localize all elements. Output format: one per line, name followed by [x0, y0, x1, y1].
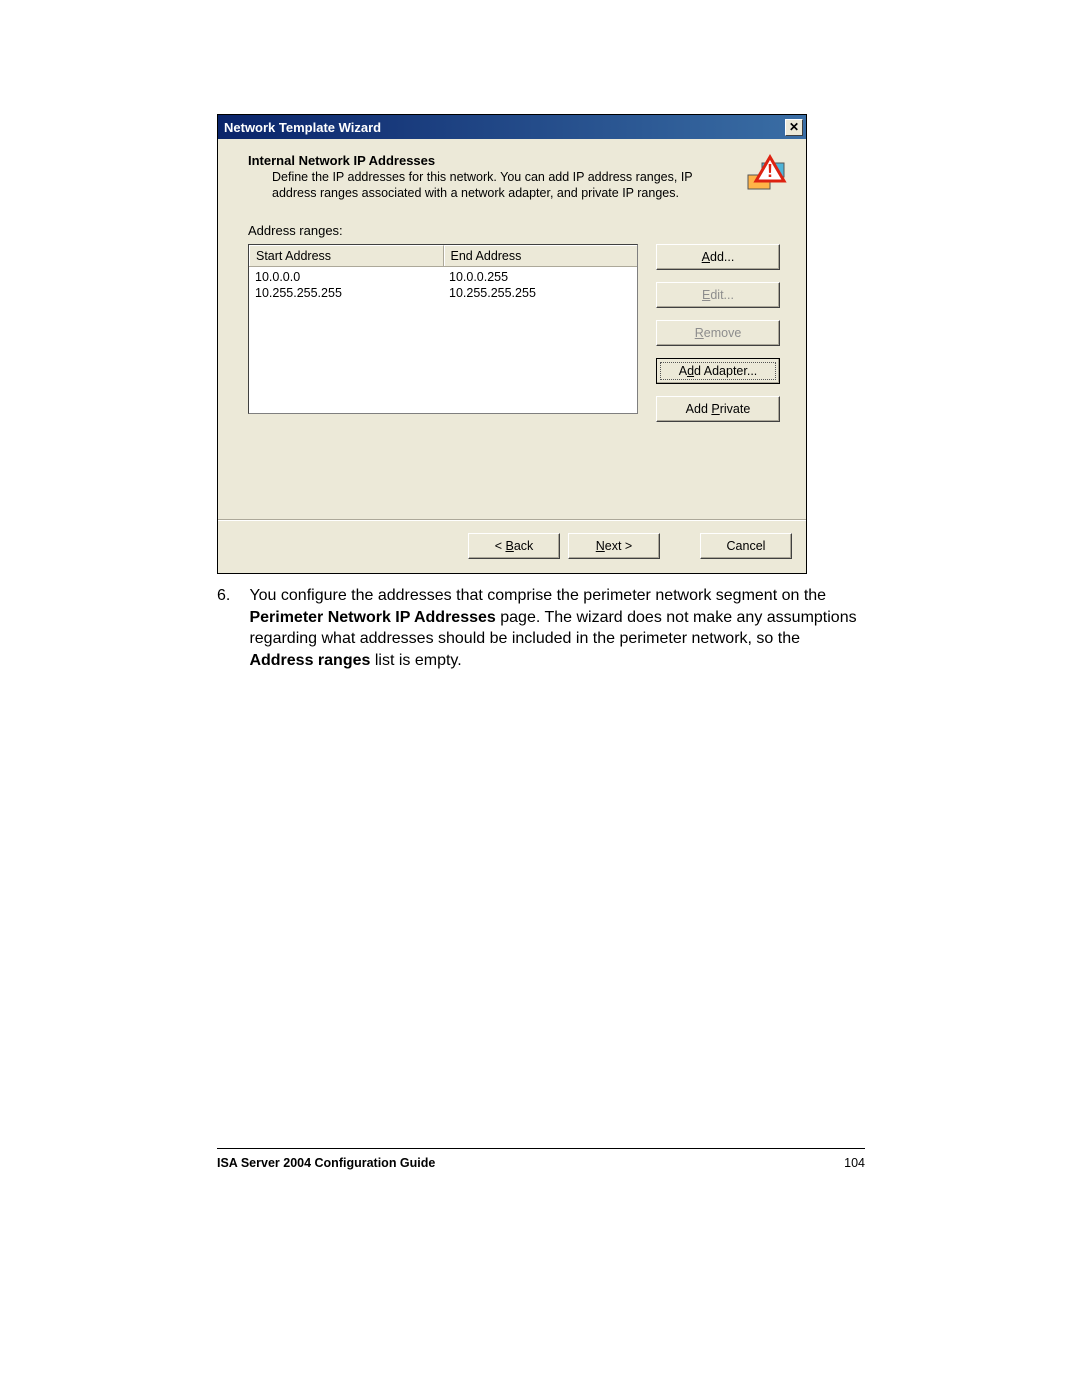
document-page: Network Template Wizard ✕ Internal Netwo… [0, 0, 1080, 1397]
col-end[interactable]: End Address [444, 245, 638, 266]
paragraph-body: You configure the addresses that compris… [249, 585, 861, 671]
list-header: Start Address End Address [249, 245, 637, 267]
page-number: 104 [844, 1156, 865, 1170]
wizard-header-title: Internal Network IP Addresses [248, 153, 788, 168]
instruction-paragraph: 6. You configure the addresses that comp… [217, 585, 867, 671]
button-column: Add... Edit... Remove Add Adapter... Add… [656, 244, 780, 422]
col-start[interactable]: Start Address [249, 245, 444, 266]
back-button[interactable]: < Back [468, 533, 560, 559]
list-number: 6. [217, 585, 245, 607]
add-adapter-button[interactable]: Add Adapter... [656, 358, 780, 384]
list-row[interactable]: 10.255.255.255 10.255.255.255 [249, 285, 637, 301]
list-row[interactable]: 10.0.0.0 10.0.0.255 [249, 269, 637, 285]
titlebar: Network Template Wizard ✕ [218, 115, 806, 139]
add-button[interactable]: Add... [656, 244, 780, 270]
cell-start: 10.0.0.0 [249, 269, 443, 285]
remove-button: Remove [656, 320, 780, 346]
close-icon: ✕ [789, 120, 799, 134]
add-private-button[interactable]: Add Private [656, 396, 780, 422]
ranges-label: Address ranges: [248, 223, 788, 238]
svg-text:!: ! [767, 161, 773, 181]
cell-end: 10.255.255.255 [443, 285, 637, 301]
next-button[interactable]: Next > [568, 533, 660, 559]
address-ranges-list[interactable]: Start Address End Address 10.0.0.0 10.0.… [248, 244, 638, 414]
cell-end: 10.0.0.255 [443, 269, 637, 285]
footer-rule [217, 1148, 865, 1149]
wizard-header-desc: Define the IP addresses for this network… [272, 170, 712, 201]
footer-title: ISA Server 2004 Configuration Guide [217, 1156, 435, 1170]
cell-start: 10.255.255.255 [249, 285, 443, 301]
edit-button: Edit... [656, 282, 780, 308]
wizard-dialog: Network Template Wizard ✕ Internal Netwo… [217, 114, 807, 574]
list-body: 10.0.0.0 10.0.0.255 10.255.255.255 10.25… [249, 267, 637, 303]
dialog-title: Network Template Wizard [224, 120, 381, 135]
page-footer: ISA Server 2004 Configuration Guide 104 [217, 1156, 865, 1170]
wizard-content: Address ranges: Start Address End Addres… [218, 211, 806, 520]
cancel-button[interactable]: Cancel [700, 533, 792, 559]
close-button[interactable]: ✕ [785, 119, 803, 136]
warning-network-icon: ! [742, 153, 790, 193]
wizard-nav: < Back Next > Cancel [218, 520, 806, 573]
wizard-header: Internal Network IP Addresses Define the… [218, 139, 806, 211]
